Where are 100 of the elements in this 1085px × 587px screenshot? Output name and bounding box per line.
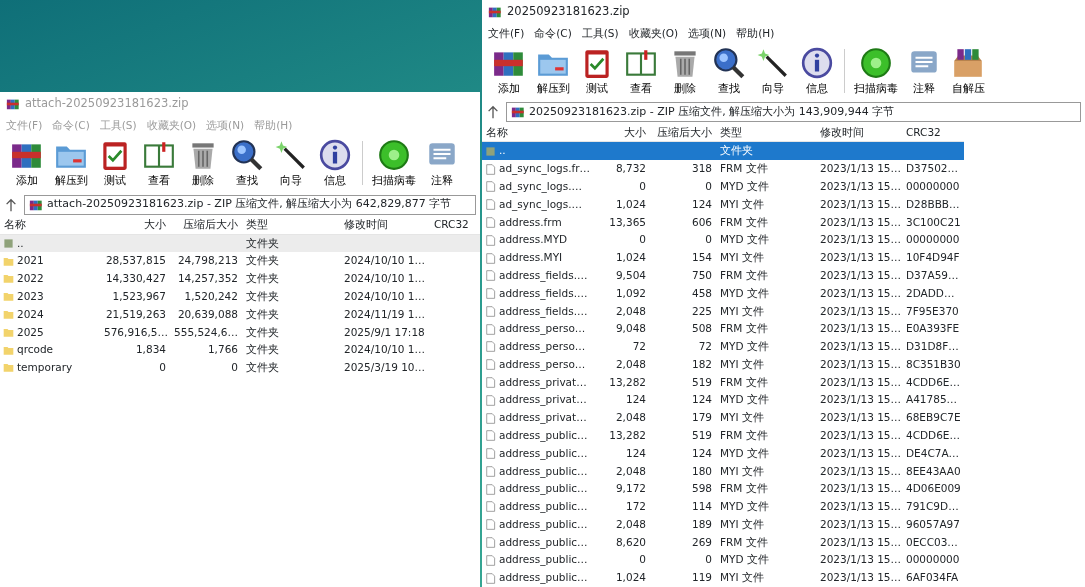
table-cell-text: 0 <box>704 179 713 195</box>
column-header[interactable]: 大小 <box>594 125 650 141</box>
toolbar-button[interactable]: 查找 <box>226 137 268 189</box>
table-cell-text: 3C100C21 <box>905 214 962 230</box>
toolbar-button[interactable]: 信息 <box>314 137 356 189</box>
table-cell-text: 13,282 <box>608 428 647 443</box>
table-cell-text: 2023/1/13 15… <box>819 214 902 230</box>
table-cell-text: 179 <box>690 410 713 426</box>
folder-icon <box>3 290 14 304</box>
toolbar-button[interactable]: 注释 <box>903 45 945 97</box>
table-cell-text: 28,537,815 <box>104 253 167 269</box>
table-cell-text: 8EE43AA0 <box>905 463 962 479</box>
table-cell-text: 00000000 <box>905 552 961 568</box>
table-cell-text: 2025/3/19 10… <box>343 360 427 376</box>
table-cell-text: 0 <box>704 232 713 248</box>
table-cell-text: 2023/1/13 15… <box>819 481 902 497</box>
toolbar-button[interactable]: 解压到 <box>50 137 92 189</box>
table-cell-text: DE4C7A… <box>905 445 961 461</box>
toolbar-button[interactable]: 测试 <box>576 45 618 97</box>
file-name: address_perso… <box>499 356 586 373</box>
menu-item[interactable]: 命令(C) <box>534 26 572 42</box>
table-cell-text: 2024/10/10 1… <box>343 253 427 269</box>
table-cell-text: 119 <box>690 570 713 586</box>
column-header[interactable]: CRC32 <box>902 125 964 141</box>
toolbar-button[interactable]: 添加 <box>488 45 530 97</box>
column-header[interactable]: 名称 <box>0 217 100 233</box>
table-cell-text: A41785… <box>905 392 959 408</box>
table-cell-text: 124 <box>624 392 647 408</box>
column-header[interactable]: 类型 <box>242 217 340 233</box>
selected-row[interactable]: .. 文件夹 <box>482 142 964 161</box>
column-header[interactable]: 压缩后大小 <box>650 125 716 141</box>
file-icon <box>485 411 496 425</box>
menu-item[interactable]: 工具(S) <box>581 26 619 42</box>
file-name: 2022 <box>17 271 44 287</box>
toolbar-button[interactable]: 自解压 <box>947 45 989 97</box>
table-cell-text: D37A59… <box>905 267 960 283</box>
table-cell-text: 2023/1/13 15… <box>819 499 902 515</box>
menu-item[interactable]: 帮助(H) <box>736 26 775 42</box>
menu-item[interactable]: 文件(F) <box>488 26 525 42</box>
toolbar-button[interactable]: 测试 <box>94 137 136 189</box>
path-field[interactable]: attach-20250923181623.zip - ZIP 压缩文件, 解压缩大小为 642,829,877 字节 <box>24 194 476 215</box>
table-cell-text: MYD 文件 <box>719 499 770 515</box>
toolbar-button[interactable]: 注释 <box>421 137 463 189</box>
table-cell-text: 00000000 <box>905 232 961 248</box>
file-name: address.MYD <box>499 232 568 248</box>
toolbar-button[interactable]: 信息 <box>796 45 838 97</box>
table-cell-text: 8,620 <box>614 534 647 550</box>
table-cell-text: 21,519,263 <box>104 306 167 322</box>
toolbar-button[interactable]: 向导 <box>752 45 794 97</box>
column-header[interactable]: 大小 <box>100 217 170 233</box>
column-header[interactable]: 修改时间 <box>340 217 430 233</box>
column-header[interactable]: 修改时间 <box>816 125 902 141</box>
table-cell-text: 2023/1/13 15… <box>819 267 902 283</box>
file-name: address_perso… <box>499 321 586 337</box>
archive-icon <box>6 97 20 111</box>
toolbar-button[interactable]: 扫描病毒 <box>369 137 419 189</box>
table-cell-text: 269 <box>690 534 713 550</box>
toolbar-button[interactable]: 查看 <box>138 137 180 189</box>
table-cell-text: 96057A97 <box>905 516 961 532</box>
table-cell-text: D37502… <box>905 161 959 177</box>
file-name: address_public… <box>499 534 588 551</box>
toolbar-button[interactable]: 添加 <box>6 137 48 189</box>
table-cell-text: 2023/1/13 15… <box>819 410 902 426</box>
path-field[interactable]: 20250923181623.zip - ZIP 压缩文件, 解压缩大小为 143,909,944 字节 <box>506 102 1081 123</box>
table-cell-text: 2023/1/13 15… <box>819 161 902 177</box>
file-icon <box>485 536 496 550</box>
table-cell-text: 2023/1/13 15… <box>819 374 902 390</box>
toolbar-button[interactable]: 删除 <box>182 137 224 189</box>
table-cell-text: 2023/1/13 15… <box>819 463 902 479</box>
table-cell-text: 14,330,427 <box>104 271 167 287</box>
toolbar-button[interactable]: 扫描病毒 <box>851 45 901 97</box>
column-header[interactable]: 压缩后大小 <box>170 217 242 233</box>
menu-item[interactable]: 收藏夹(O) <box>628 26 679 42</box>
table-cell-text: 文件夹 <box>245 288 280 304</box>
up-folder-icon <box>485 144 496 158</box>
table-cell-text: 606 <box>690 214 713 230</box>
table-cell-text: 4D06E009 <box>905 481 962 497</box>
table-cell-text: 1,523,967 <box>111 288 167 304</box>
column-header[interactable]: CRC32 <box>430 217 480 233</box>
file-name: ad_sync_logs.… <box>499 196 583 213</box>
toolbar-button[interactable]: 解压到 <box>532 45 574 97</box>
table-cell-text: MYD 文件 <box>719 445 770 461</box>
toolbar-button[interactable]: 查找 <box>708 45 750 97</box>
menu-item[interactable]: 选项(N) <box>688 26 727 42</box>
column-header[interactable]: 类型 <box>716 125 816 141</box>
file-name: address_fields.… <box>499 303 588 320</box>
table-cell-text: 20,639,088 <box>176 306 239 322</box>
toolbar-button[interactable]: 向导 <box>270 137 312 189</box>
table-cell-text: 8,732 <box>614 161 647 177</box>
table-cell-text: 2023/1/13 15… <box>819 179 902 195</box>
column-header[interactable]: 名称 <box>482 125 594 141</box>
table-cell-text: 文件夹 <box>245 271 280 287</box>
toolbar-button[interactable]: 查看 <box>620 45 662 97</box>
file-icon <box>485 358 496 372</box>
toolbar-button[interactable]: 删除 <box>664 45 706 97</box>
file-name: qrcode <box>17 342 54 358</box>
table-cell-text: 4CDD6E… <box>905 374 961 390</box>
table-cell-text: MYD 文件 <box>719 179 770 195</box>
folder-icon <box>3 272 14 286</box>
file-icon <box>485 518 496 532</box>
